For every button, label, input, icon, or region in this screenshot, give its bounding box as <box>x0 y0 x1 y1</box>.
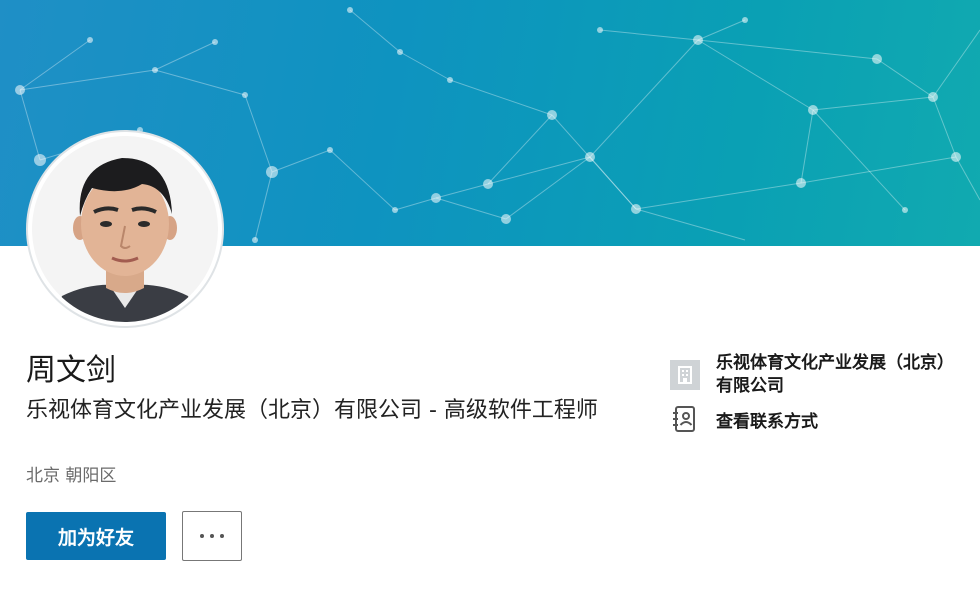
profile-headline: 乐视体育文化产业发展（北京）有限公司 - 高级软件工程师 <box>26 398 598 423</box>
company-name-link[interactable]: 乐视体育文化产业发展（北京）有限公司 <box>716 352 956 398</box>
profile-location: 北京 朝阳区 <box>26 466 117 486</box>
building-icon <box>670 360 700 390</box>
more-actions-button[interactable] <box>182 511 242 561</box>
contact-info-link[interactable]: 查看联系方式 <box>668 404 958 434</box>
more-horizontal-icon <box>200 534 204 538</box>
avatar-photo <box>32 136 218 322</box>
connect-button[interactable]: 加为好友 <box>26 512 166 560</box>
profile-name: 周文剑 <box>26 353 116 388</box>
address-book-icon <box>672 405 698 433</box>
contact-info-label[interactable]: 查看联系方式 <box>716 407 818 432</box>
profile-avatar[interactable] <box>28 132 222 326</box>
